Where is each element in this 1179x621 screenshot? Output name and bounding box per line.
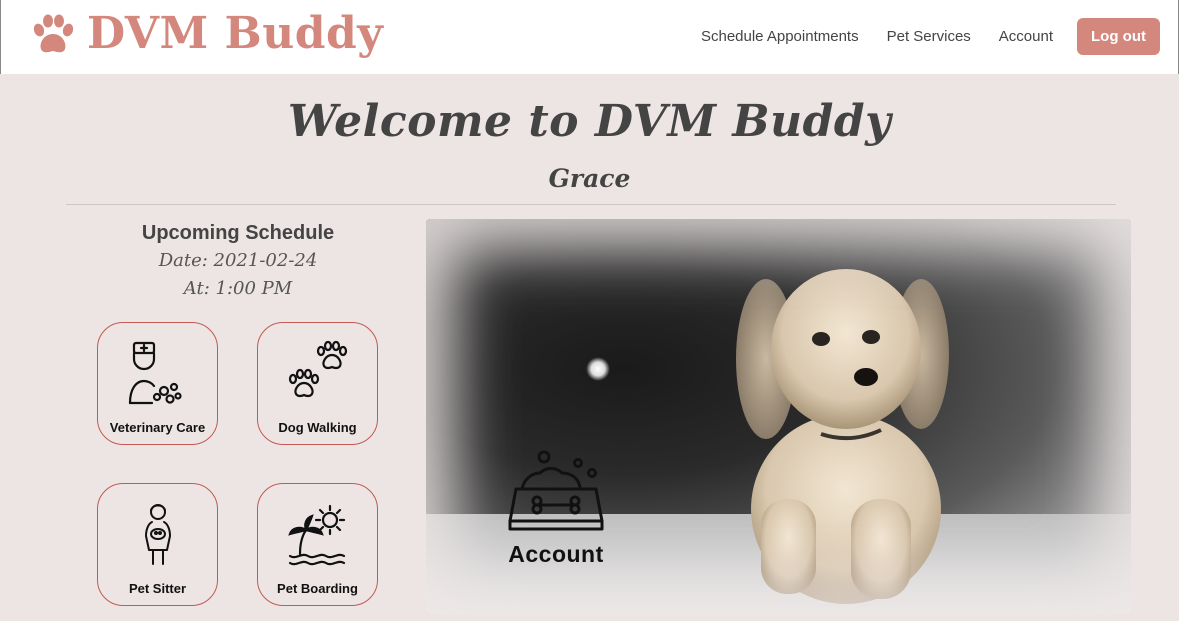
service-card-veterinary-care[interactable]: Veterinary Care xyxy=(97,322,218,445)
service-label: Veterinary Care xyxy=(109,420,206,435)
paw-prints-icon xyxy=(288,340,347,398)
pet-bowl-icon xyxy=(508,450,604,531)
account-shortcut[interactable]: Account xyxy=(496,449,616,568)
service-label: Pet Sitter xyxy=(128,581,187,596)
paw-icon xyxy=(33,14,74,52)
pet-sitter-icon xyxy=(144,504,171,565)
schedule-title: Upcoming Schedule xyxy=(141,222,335,244)
schedule-date: Date: 2021-02-24 xyxy=(158,250,318,271)
user-name: Grace xyxy=(548,164,631,193)
brand-logo[interactable]: DVM Buddy xyxy=(29,8,383,59)
navbar: DVM Buddy Schedule Appointments Pet Serv… xyxy=(0,0,1179,74)
brand-name: DVM Buddy xyxy=(87,8,384,59)
nav-account[interactable]: Account xyxy=(999,19,1053,55)
nav-pet-services[interactable]: Pet Services xyxy=(887,19,971,55)
beach-sun-icon xyxy=(287,504,345,566)
service-card-dog-walking[interactable]: Dog Walking xyxy=(257,322,378,445)
service-label: Dog Walking xyxy=(278,420,357,435)
nav-links: Schedule Appointments Pet Services Accou… xyxy=(701,18,1160,55)
divider xyxy=(66,204,1116,205)
logout-button[interactable]: Log out xyxy=(1077,18,1160,55)
nav-schedule-appointments[interactable]: Schedule Appointments xyxy=(701,19,859,55)
account-label: Account xyxy=(508,541,604,567)
service-label: Pet Boarding xyxy=(277,581,358,596)
page-title: Welcome to DVM Buddy xyxy=(287,96,892,147)
vet-icon xyxy=(128,341,182,405)
schedule-time: At: 1:00 PM xyxy=(183,278,293,299)
service-card-pet-sitter[interactable]: Pet Sitter xyxy=(97,483,218,606)
service-card-pet-boarding[interactable]: Pet Boarding xyxy=(257,483,378,606)
hero-image: Account xyxy=(426,219,1131,614)
